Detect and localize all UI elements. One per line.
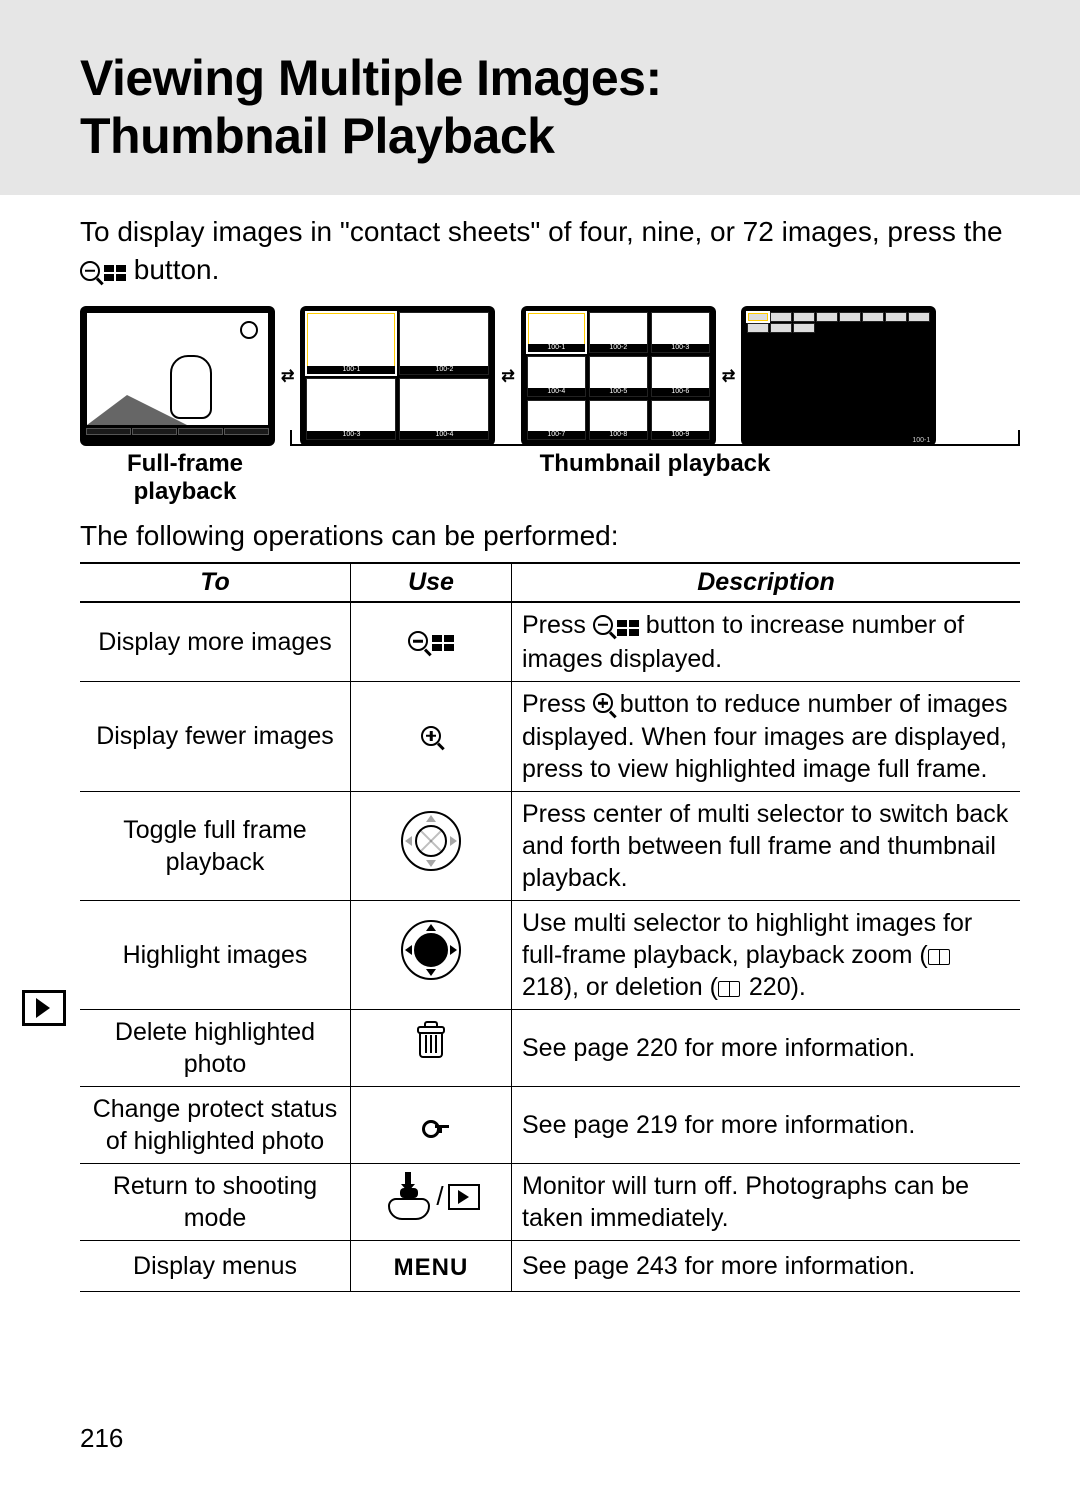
- cell-cap: 100-4: [528, 388, 585, 396]
- op-to: Display fewer images: [80, 681, 351, 791]
- op-desc: See page 219 for more information.: [512, 1087, 1021, 1164]
- cell-cap: 100-1: [528, 344, 585, 352]
- t: Press: [522, 611, 593, 639]
- caption-full-frame: Full-frame playback: [80, 450, 290, 506]
- cell-cap: 100-5: [590, 388, 647, 396]
- zoom-out-thumbnail-icon: [593, 611, 639, 643]
- screen-4-thumbs: 100-1 100-2 100-3 100-4: [300, 306, 495, 446]
- cell-cap: 100-3: [652, 344, 709, 352]
- intro-text-1: To display images in "contact sheets" of…: [80, 216, 1003, 247]
- op-to: Return to shooting mode: [80, 1164, 351, 1241]
- t: Press: [522, 690, 593, 718]
- op-use: [351, 1087, 512, 1164]
- operations-intro: The following operations can be performe…: [80, 520, 1020, 552]
- op-use: [351, 1010, 512, 1087]
- intro-text-2: button.: [126, 254, 219, 285]
- op-use: [351, 681, 512, 791]
- op-use: /: [351, 1164, 512, 1241]
- zoom-in-icon: [421, 718, 441, 756]
- op-to: Change protect status of highlighted pho…: [80, 1087, 351, 1164]
- arrow-icon: ⇄: [281, 306, 294, 446]
- page-ref-icon: [928, 949, 950, 965]
- zoom-in-icon: [593, 689, 613, 721]
- op-desc: Press button to reduce number of images …: [512, 681, 1021, 791]
- op-use: [351, 792, 512, 901]
- menu-button-icon: MENU: [394, 1254, 469, 1281]
- arrow-icon: ⇄: [501, 306, 514, 446]
- multi-selector-center-icon: [401, 811, 461, 871]
- col-to: To: [80, 563, 351, 602]
- op-to: Display more images: [80, 602, 351, 681]
- op-desc: Monitor will turn off. Photographs can b…: [512, 1164, 1021, 1241]
- col-use: Use: [351, 563, 512, 602]
- table-row: Change protect status of highlighted pho…: [80, 1087, 1020, 1164]
- op-to: Delete highlighted photo: [80, 1010, 351, 1087]
- op-desc: Press center of multi selector to switch…: [512, 792, 1021, 901]
- arrow-icon: ⇄: [722, 306, 735, 446]
- zoom-out-thumbnail-icon: [408, 623, 454, 661]
- intro-paragraph: To display images in "contact sheets" of…: [80, 213, 1020, 290]
- t: 220).: [742, 973, 806, 1001]
- shutter-button-icon: [382, 1174, 432, 1220]
- col-desc: Description: [512, 563, 1021, 602]
- cell-cap: 100-1: [307, 366, 395, 374]
- op-desc: Press button to increase number of image…: [512, 602, 1021, 681]
- operations-table: To Use Description Display more images P…: [80, 562, 1020, 1292]
- op-desc: Use multi selector to highlight images f…: [512, 901, 1021, 1010]
- table-row: Display menus MENU See page 243 for more…: [80, 1241, 1020, 1292]
- op-use: [351, 901, 512, 1010]
- cell-cap: 100-2: [400, 366, 488, 374]
- op-to: Toggle full frame playback: [80, 792, 351, 901]
- title-line-1: Viewing Multiple Images:: [80, 50, 662, 106]
- t: Use multi selector to highlight images f…: [522, 909, 972, 969]
- page-title: Viewing Multiple Images: Thumbnail Playb…: [80, 50, 1020, 165]
- page-ref-icon: [718, 981, 740, 997]
- protect-key-icon: [422, 1117, 440, 1135]
- table-row: Display more images Press button to incr…: [80, 602, 1020, 681]
- table-row: Delete highlighted photo See page 220 fo…: [80, 1010, 1020, 1087]
- zoom-out-thumbnail-icon: [80, 253, 126, 291]
- cell-cap: 100-2: [590, 344, 647, 352]
- illustration-captions: Full-frame playback Thumbnail playback: [80, 450, 1020, 506]
- table-row: Display fewer images Press button to red…: [80, 681, 1020, 791]
- table-row: Toggle full frame playback Press center …: [80, 792, 1020, 901]
- screen-9-thumbs: 100-1 100-2 100-3 100-4 100-5 100-6 100-…: [521, 306, 716, 446]
- title-line-2: Thumbnail Playback: [80, 108, 554, 164]
- page-number: 216: [80, 1423, 123, 1454]
- t: 218), or deletion (: [522, 973, 718, 1001]
- op-use: MENU: [351, 1241, 512, 1292]
- op-to: Highlight images: [80, 901, 351, 1010]
- op-to: Display menus: [80, 1241, 351, 1292]
- op-use: [351, 602, 512, 681]
- cell-cap: 100-6: [652, 388, 709, 396]
- table-row: Highlight images Use multi selector to h…: [80, 901, 1020, 1010]
- page-header: Viewing Multiple Images: Thumbnail Playb…: [0, 0, 1080, 195]
- playback-illustration: ⇄ 100-1 100-2 100-3 100-4 ⇄ 100-1 100-2 …: [80, 306, 1020, 446]
- caption-thumbnail: Thumbnail playback: [540, 450, 771, 477]
- shutter-or-play-icon: /: [382, 1174, 479, 1220]
- screen-full-frame: [80, 306, 275, 446]
- table-row: Return to shooting mode / Monitor will t…: [80, 1164, 1020, 1241]
- op-desc: See page 220 for more information.: [512, 1010, 1021, 1087]
- screen-72-thumbs: 100-1: [741, 306, 936, 446]
- op-desc: See page 243 for more information.: [512, 1241, 1021, 1292]
- playback-chapter-icon: [22, 990, 66, 1026]
- trash-icon: [419, 1032, 443, 1058]
- multi-selector-dpad-icon: [401, 920, 461, 980]
- playback-button-icon: [448, 1184, 480, 1210]
